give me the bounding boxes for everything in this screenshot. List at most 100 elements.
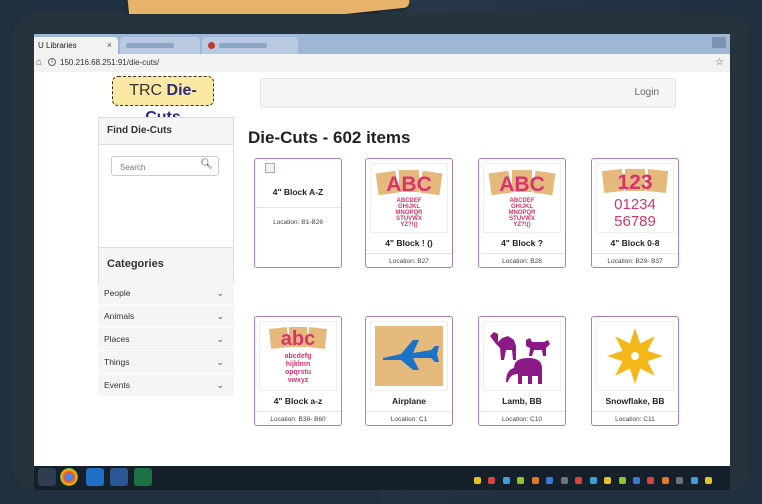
die-cut-card[interactable]: abc abcdefg hijklmn opqrstu vwxyz 4" Blo… (254, 316, 342, 426)
animal-silhouettes (490, 332, 550, 384)
url-text[interactable]: 150.216.68.251:91/die-cuts/ (60, 54, 159, 72)
item-image[interactable] (596, 321, 674, 391)
chevron-down-icon: ⌄ (216, 311, 224, 321)
browser-window: U Libraries × ⌂ i 150.216.68.251:91/die-… (34, 34, 730, 490)
tray-icon[interactable] (589, 477, 597, 485)
item-location: Location: C1 (390, 416, 428, 423)
chevron-down-icon: ⌄ (216, 288, 224, 298)
tray-icon[interactable] (604, 477, 612, 485)
item-name[interactable]: 4" Block 0-8 (592, 238, 678, 248)
tray-icon[interactable] (488, 477, 496, 485)
category-events[interactable]: Events ⌄ (98, 374, 234, 397)
die-cut-card[interactable]: 4" Block A-Z Location: B1-B26 (254, 158, 342, 268)
abc-block-text: ABC (386, 173, 432, 196)
number-block-text: 123 (617, 171, 652, 194)
item-image[interactable]: 123 01234 56789 (596, 163, 674, 233)
chrome-icon[interactable] (60, 468, 78, 486)
item-name[interactable]: 4" Block ? (479, 238, 565, 248)
tray-icon[interactable] (560, 477, 568, 485)
window-control-button[interactable] (712, 37, 726, 48)
tray-icon[interactable] (676, 477, 684, 485)
die-cut-card[interactable]: Snowflake, BB Location: C11 (591, 316, 679, 426)
letters-line: hijklmn (286, 361, 311, 368)
site-logo[interactable]: TRC Die-Cuts (112, 76, 214, 126)
category-label: Animals (104, 311, 135, 321)
card-divider (592, 411, 678, 412)
tray-icon[interactable] (531, 477, 539, 485)
card-divider (366, 253, 452, 254)
item-location: Location: B38- B60 (270, 416, 326, 423)
category-animals[interactable]: Animals ⌄ (98, 305, 234, 328)
category-label: Places (104, 334, 130, 344)
find-heading: Find Die-Cuts (99, 118, 233, 145)
system-tray (474, 472, 724, 485)
browser-tab[interactable] (202, 37, 298, 54)
item-name[interactable]: Lamb, BB (479, 396, 565, 406)
category-places[interactable]: Places ⌄ (98, 328, 234, 351)
tray-icon[interactable] (517, 477, 525, 485)
category-things[interactable]: Things ⌄ (98, 351, 234, 374)
abc-block-text: ABC (499, 173, 545, 196)
item-image[interactable] (483, 321, 561, 391)
tab-favicon-icon (208, 42, 215, 50)
tab-title-blurred (126, 43, 174, 48)
word-icon[interactable] (110, 468, 128, 486)
item-image[interactable]: ABC ABCDEF GHIJKL MNOPQR STUVWX YZ?!() (370, 163, 448, 233)
die-cut-card[interactable]: Airplane Location: C1 (365, 316, 453, 426)
top-navbar: Login (260, 78, 676, 108)
item-image[interactable] (370, 321, 448, 391)
item-name[interactable]: Airplane (366, 396, 452, 406)
item-name[interactable]: 4" Block A-Z (255, 187, 341, 197)
tray-icon[interactable] (474, 477, 481, 485)
find-panel: Find Die-Cuts 🔍︎ (98, 117, 234, 249)
item-image[interactable]: ABC ABCDEF GHIJKL MNOPQR STUVWX YZ?!() (483, 163, 561, 233)
search-input[interactable] (118, 158, 202, 177)
tray-icon[interactable] (705, 477, 713, 485)
categories-heading: Categories (107, 258, 164, 270)
search-icon[interactable]: 🔍︎ (200, 159, 213, 170)
tray-icon[interactable] (575, 477, 583, 485)
numbers-line: 56789 (614, 213, 656, 230)
item-location: Location: B1-B26 (273, 219, 323, 226)
bookmark-star-icon[interactable]: ☆ (715, 54, 724, 72)
category-label: People (104, 288, 131, 298)
item-name[interactable]: Snowflake, BB (592, 396, 678, 406)
card-divider (366, 411, 452, 412)
info-icon[interactable]: i (48, 58, 56, 66)
login-link[interactable]: Login (635, 79, 659, 107)
item-name[interactable]: 4" Block a-z (255, 396, 341, 406)
browser-tab[interactable] (120, 37, 200, 54)
item-name[interactable]: 4" Block ! () (366, 238, 452, 248)
address-bar[interactable]: ⌂ i 150.216.68.251:91/die-cuts/ ☆ (34, 54, 730, 73)
item-location: Location: C11 (615, 416, 655, 423)
logo-text-trc: TRC (129, 82, 163, 99)
broken-image-icon (265, 163, 275, 173)
tray-icon[interactable] (647, 477, 655, 485)
start-button[interactable] (38, 468, 56, 486)
close-tab-icon[interactable]: × (107, 37, 112, 54)
card-divider (479, 253, 565, 254)
excel-icon[interactable] (134, 468, 152, 486)
home-icon[interactable]: ⌂ (36, 54, 42, 72)
numbers-line: 01234 (614, 196, 656, 213)
tray-icon[interactable] (546, 477, 554, 485)
tray-icon[interactable] (690, 477, 698, 485)
search-box[interactable]: 🔍︎ (111, 156, 219, 177)
die-cut-card[interactable]: ABC ABCDEF GHIJKL MNOPQR STUVWX YZ?!() 4… (478, 158, 566, 268)
die-cut-card[interactable]: ABC ABCDEF GHIJKL MNOPQR STUVWX YZ?!() 4… (365, 158, 453, 268)
browser-tab-active[interactable]: U Libraries × (34, 37, 118, 54)
tab-title: U Libraries (38, 41, 77, 50)
tray-icon[interactable] (618, 477, 626, 485)
os-taskbar (34, 466, 730, 490)
die-cut-card[interactable]: Lamb, BB Location: C10 (478, 316, 566, 426)
card-divider (592, 253, 678, 254)
tray-icon[interactable] (502, 477, 510, 485)
outlook-icon[interactable] (86, 468, 104, 486)
web-page: TRC Die-Cuts Login Find Die-Cuts 🔍︎ Cate… (34, 72, 730, 466)
tray-icon[interactable] (661, 477, 669, 485)
category-people[interactable]: People ⌄ (98, 282, 234, 305)
die-cut-card[interactable]: 123 01234 56789 4" Block 0-8 Location: B… (591, 158, 679, 268)
tray-icon[interactable] (632, 477, 640, 485)
item-image[interactable]: abc abcdefg hijklmn opqrstu vwxyz (259, 321, 337, 391)
chevron-down-icon: ⌄ (216, 334, 224, 344)
